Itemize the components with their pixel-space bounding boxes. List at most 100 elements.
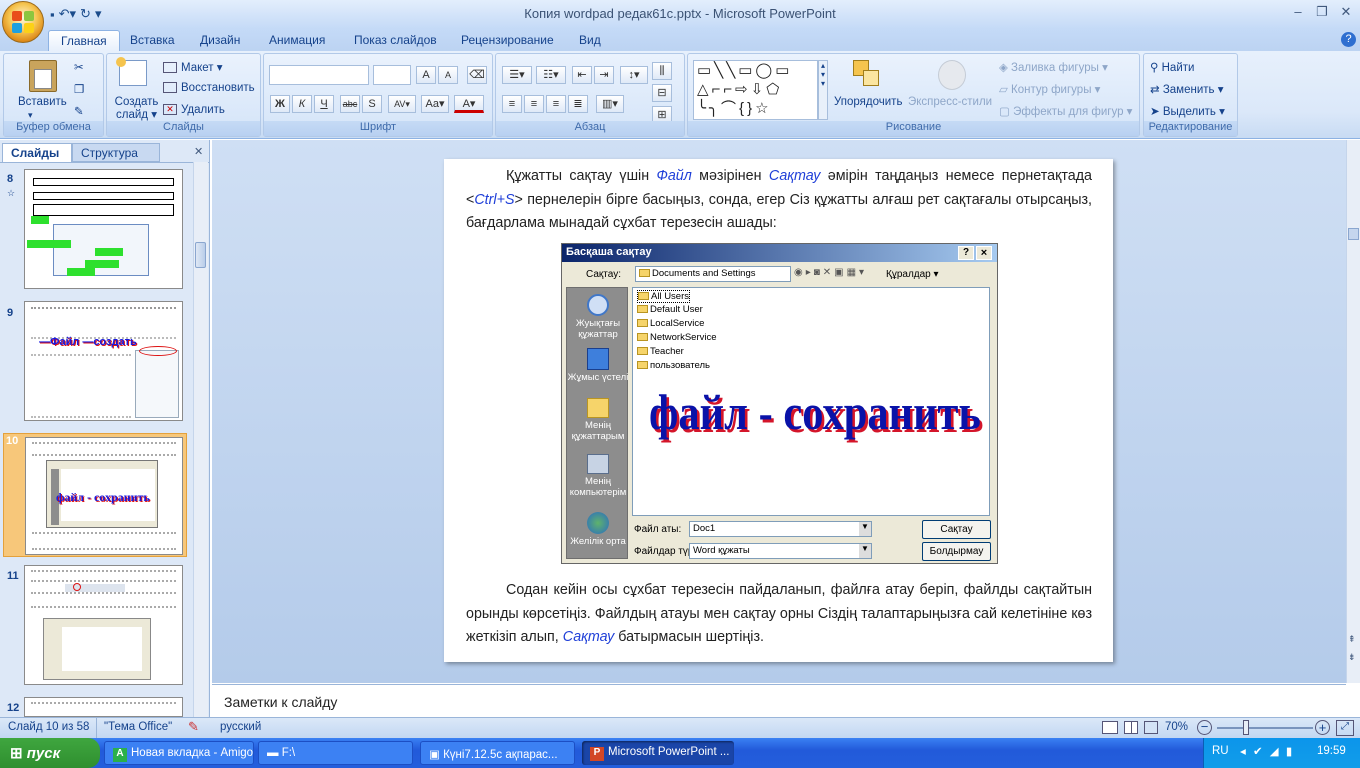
line-spacing-icon[interactable]: ↕▾ bbox=[620, 66, 648, 84]
customize-qat-icon[interactable]: ▾ bbox=[95, 6, 102, 22]
tray-icons[interactable]: ◂ ✔ ◢ ▮ bbox=[1240, 744, 1294, 758]
align-text-icon[interactable]: ⊟ bbox=[652, 84, 672, 102]
font-color-icon[interactable]: A▾ bbox=[454, 95, 484, 113]
clear-format-icon[interactable]: ⌫ bbox=[467, 66, 487, 84]
bold-icon[interactable]: Ж bbox=[270, 95, 290, 113]
office-button[interactable] bbox=[2, 1, 44, 43]
taskbar-item[interactable]: A Новая вкладка - Amigo bbox=[104, 741, 254, 765]
zoom-in-icon[interactable]: + bbox=[1315, 720, 1330, 735]
notes-pane[interactable]: Заметки к слайду bbox=[212, 684, 1346, 717]
strike-icon[interactable]: abc bbox=[340, 95, 360, 113]
slide-thumbnail[interactable] bbox=[24, 169, 183, 289]
font-family-select[interactable] bbox=[269, 65, 369, 85]
spellcheck-icon[interactable]: ✎ bbox=[188, 719, 199, 735]
slide-thumbnail-selected[interactable]: 10 файл - сохранить bbox=[3, 433, 187, 557]
slides-scrollbar[interactable] bbox=[193, 162, 208, 717]
quick-styles-icon[interactable] bbox=[938, 60, 966, 90]
taskbar-item[interactable]: ▬ F:\ bbox=[258, 741, 413, 765]
bullets-icon[interactable]: ☰▾ bbox=[502, 66, 532, 84]
clock[interactable]: 19:59 bbox=[1317, 745, 1346, 757]
paste-arrow-icon[interactable]: ▾ bbox=[28, 110, 33, 121]
paste-icon[interactable] bbox=[29, 60, 57, 92]
quick-styles-button[interactable]: Экспресс-стили bbox=[908, 96, 992, 108]
slide-sorter-icon[interactable] bbox=[1124, 721, 1138, 734]
slide-paragraph-2[interactable]: Содан кейін осы сұхбат терезесін пайдала… bbox=[466, 579, 1092, 650]
editor-scrollbar[interactable]: ⇞ ⇟ bbox=[1346, 140, 1360, 683]
delete-button[interactable]: ✕ Удалить bbox=[163, 104, 225, 116]
close-icon[interactable]: ✕ bbox=[1335, 4, 1357, 22]
tab-view[interactable]: Вид bbox=[567, 30, 613, 51]
align-right-icon[interactable]: ≡ bbox=[546, 95, 566, 113]
zoom-level[interactable]: 70% bbox=[1165, 721, 1188, 733]
underline-icon[interactable]: Ч bbox=[314, 95, 334, 113]
normal-view-icon[interactable] bbox=[1102, 721, 1118, 734]
slide-paragraph-1[interactable]: Құжатты сақтау үшін Файл мәзірінен Сақта… bbox=[466, 165, 1092, 236]
tab-review[interactable]: Рецензирование bbox=[449, 30, 566, 51]
slide-wordart[interactable]: файл - сохранить bbox=[649, 383, 981, 441]
decrease-indent-icon[interactable]: ⇤ bbox=[572, 66, 592, 84]
tab-insert[interactable]: Вставка bbox=[118, 30, 187, 51]
spacing-icon[interactable]: AV▾ bbox=[388, 95, 416, 113]
minimize-icon[interactable]: – bbox=[1287, 4, 1309, 22]
numbering-icon[interactable]: ☷▾ bbox=[536, 66, 566, 84]
copy-icon[interactable]: ❐ bbox=[74, 82, 84, 96]
italic-icon[interactable]: К bbox=[292, 95, 312, 113]
redo-icon[interactable]: ↻ bbox=[80, 6, 91, 22]
tab-animation[interactable]: Анимация bbox=[257, 30, 337, 51]
close-pane-icon[interactable]: ✕ bbox=[194, 145, 203, 158]
shape-effects-button[interactable]: ▢ Эффекты для фигур ▾ bbox=[999, 104, 1132, 118]
slide-thumbnail[interactable]: —Файл —создать bbox=[24, 301, 183, 421]
next-slide-icon[interactable]: ⇟ bbox=[1348, 652, 1356, 663]
tab-slideshow[interactable]: Показ слайдов bbox=[342, 30, 449, 51]
align-center-icon[interactable]: ≡ bbox=[524, 95, 544, 113]
shadow-icon[interactable]: S bbox=[362, 95, 382, 113]
taskbar-item[interactable]: ▣ Күні7.12.5с ақпарас... bbox=[420, 741, 575, 765]
slideshow-view-icon[interactable] bbox=[1144, 721, 1158, 734]
zoom-slider-thumb[interactable] bbox=[1243, 720, 1249, 735]
language-bar[interactable]: RU bbox=[1212, 745, 1229, 757]
save-icon[interactable]: ▪ bbox=[50, 7, 55, 22]
arrange-button[interactable]: Упорядочить bbox=[834, 96, 902, 108]
restore-icon[interactable]: ❐ bbox=[1311, 4, 1333, 22]
layout-button[interactable]: Макет ▾ bbox=[163, 60, 223, 74]
select-button[interactable]: ➤ Выделить ▾ bbox=[1150, 104, 1225, 118]
shrink-font-icon[interactable]: A bbox=[438, 66, 458, 84]
font-size-select[interactable] bbox=[373, 65, 411, 85]
start-button[interactable]: ⊞ пуск bbox=[0, 738, 100, 768]
taskbar-item-active[interactable]: P Microsoft PowerPoint ... bbox=[582, 741, 734, 765]
tab-design[interactable]: Дизайн bbox=[188, 30, 252, 51]
tab-home[interactable]: Главная bbox=[48, 30, 120, 51]
tab-slides[interactable]: Слайды bbox=[2, 143, 72, 162]
shape-outline-button[interactable]: ▱ Контур фигуры ▾ bbox=[999, 82, 1100, 96]
tab-outline[interactable]: Структура bbox=[72, 143, 160, 162]
align-left-icon[interactable]: ≡ bbox=[502, 95, 522, 113]
format-painter-icon[interactable]: ✎ bbox=[74, 104, 84, 118]
fit-window-icon[interactable]: ⤢ bbox=[1336, 720, 1354, 736]
text-direction-icon[interactable]: ⫼ bbox=[652, 62, 672, 80]
zoom-slider-track[interactable] bbox=[1217, 727, 1313, 729]
zoom-out-icon[interactable]: − bbox=[1197, 720, 1212, 735]
shapes-gallery[interactable]: ▭╲╲▭◯▭ △⌐⌐⇨⇩⬠ ╰╮⌒{}☆ bbox=[693, 60, 818, 120]
increase-indent-icon[interactable]: ⇥ bbox=[594, 66, 614, 84]
shapes-scroll[interactable]: ▴ ▾ ▾ bbox=[818, 60, 828, 120]
language-indicator[interactable]: русский bbox=[220, 721, 261, 733]
new-slide-button[interactable]: Создать слайд ▾ bbox=[114, 96, 159, 122]
find-button[interactable]: ⚲ Найти bbox=[1150, 60, 1194, 74]
editor-scroll-thumb[interactable] bbox=[1348, 228, 1359, 240]
slide-thumbnail[interactable] bbox=[24, 697, 183, 717]
paste-button[interactable]: Вставить bbox=[18, 96, 67, 108]
new-slide-icon[interactable] bbox=[116, 57, 147, 86]
prev-slide-icon[interactable]: ⇞ bbox=[1348, 634, 1356, 645]
replace-button[interactable]: ⇄ Заменить ▾ bbox=[1150, 82, 1224, 96]
columns-icon[interactable]: ▥▾ bbox=[596, 95, 624, 113]
arrange-icon[interactable] bbox=[851, 60, 881, 90]
justify-icon[interactable]: ≣ bbox=[568, 95, 588, 113]
cut-icon[interactable]: ✂ bbox=[74, 60, 84, 74]
undo-icon[interactable]: ↶▾ bbox=[59, 6, 76, 22]
grow-font-icon[interactable]: A bbox=[416, 66, 436, 84]
reset-button[interactable]: Восстановить bbox=[163, 82, 255, 94]
scroll-thumb[interactable] bbox=[195, 242, 206, 268]
shape-fill-button[interactable]: ◈ Заливка фигуры ▾ bbox=[999, 60, 1108, 74]
slide-thumbnail[interactable] bbox=[24, 565, 183, 685]
case-icon[interactable]: Aa▾ bbox=[421, 95, 449, 113]
